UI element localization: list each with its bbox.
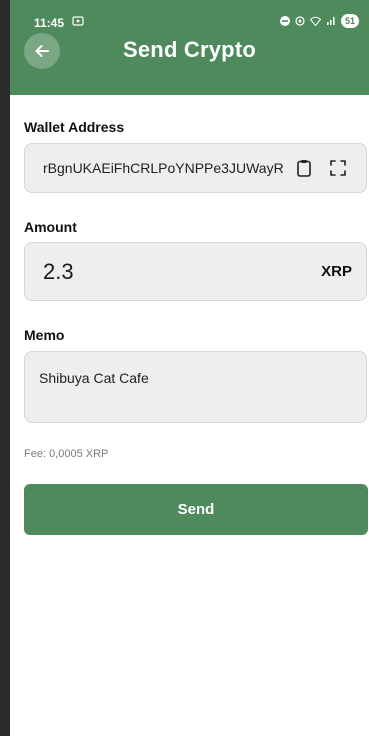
status-time: 11:45 — [34, 16, 65, 30]
wallet-address-value: rBgnUKAEiFhCRLPoYNPPe3JUWayR — [43, 160, 283, 176]
signal-icon — [326, 17, 335, 25]
page-title: Send Crypto — [123, 37, 256, 62]
status-icons: 51 — [279, 14, 359, 28]
screencast-icon — [72, 15, 84, 29]
battery-badge: 51 — [340, 14, 359, 28]
amount-field[interactable]: 2.3 XRP — [24, 242, 367, 301]
wallet-address-field[interactable]: rBgnUKAEiFhCRLPoYNPPe3JUWayR — [24, 143, 367, 193]
status-bar: 11:45 51 — [10, 0, 369, 30]
send-button[interactable]: Send — [24, 484, 368, 535]
app-header: 11:45 51 Send Crypto — [10, 0, 369, 95]
clipboard-icon — [297, 160, 311, 177]
amount-currency: XRP — [321, 263, 352, 280]
paste-button[interactable] — [292, 156, 316, 180]
wallet-address-label: Wallet Address — [24, 119, 125, 135]
memo-value: Shibuya Cat Cafe — [39, 370, 149, 386]
qr-scan-icon — [330, 160, 346, 176]
hotspot-icon — [295, 16, 305, 26]
fee-text: Fee: 0,0005 XRP — [24, 448, 109, 460]
wifi-icon — [309, 16, 321, 26]
amount-label: Amount — [24, 219, 77, 235]
amount-value: 2.3 — [43, 259, 74, 284]
dnd-icon — [279, 16, 290, 26]
scan-qr-button[interactable] — [326, 156, 350, 180]
send-crypto-screen: 11:45 51 Send Crypto Wallet Address rBgn… — [10, 0, 369, 736]
memo-label: Memo — [24, 327, 65, 343]
memo-field[interactable]: Shibuya Cat Cafe — [24, 351, 367, 423]
